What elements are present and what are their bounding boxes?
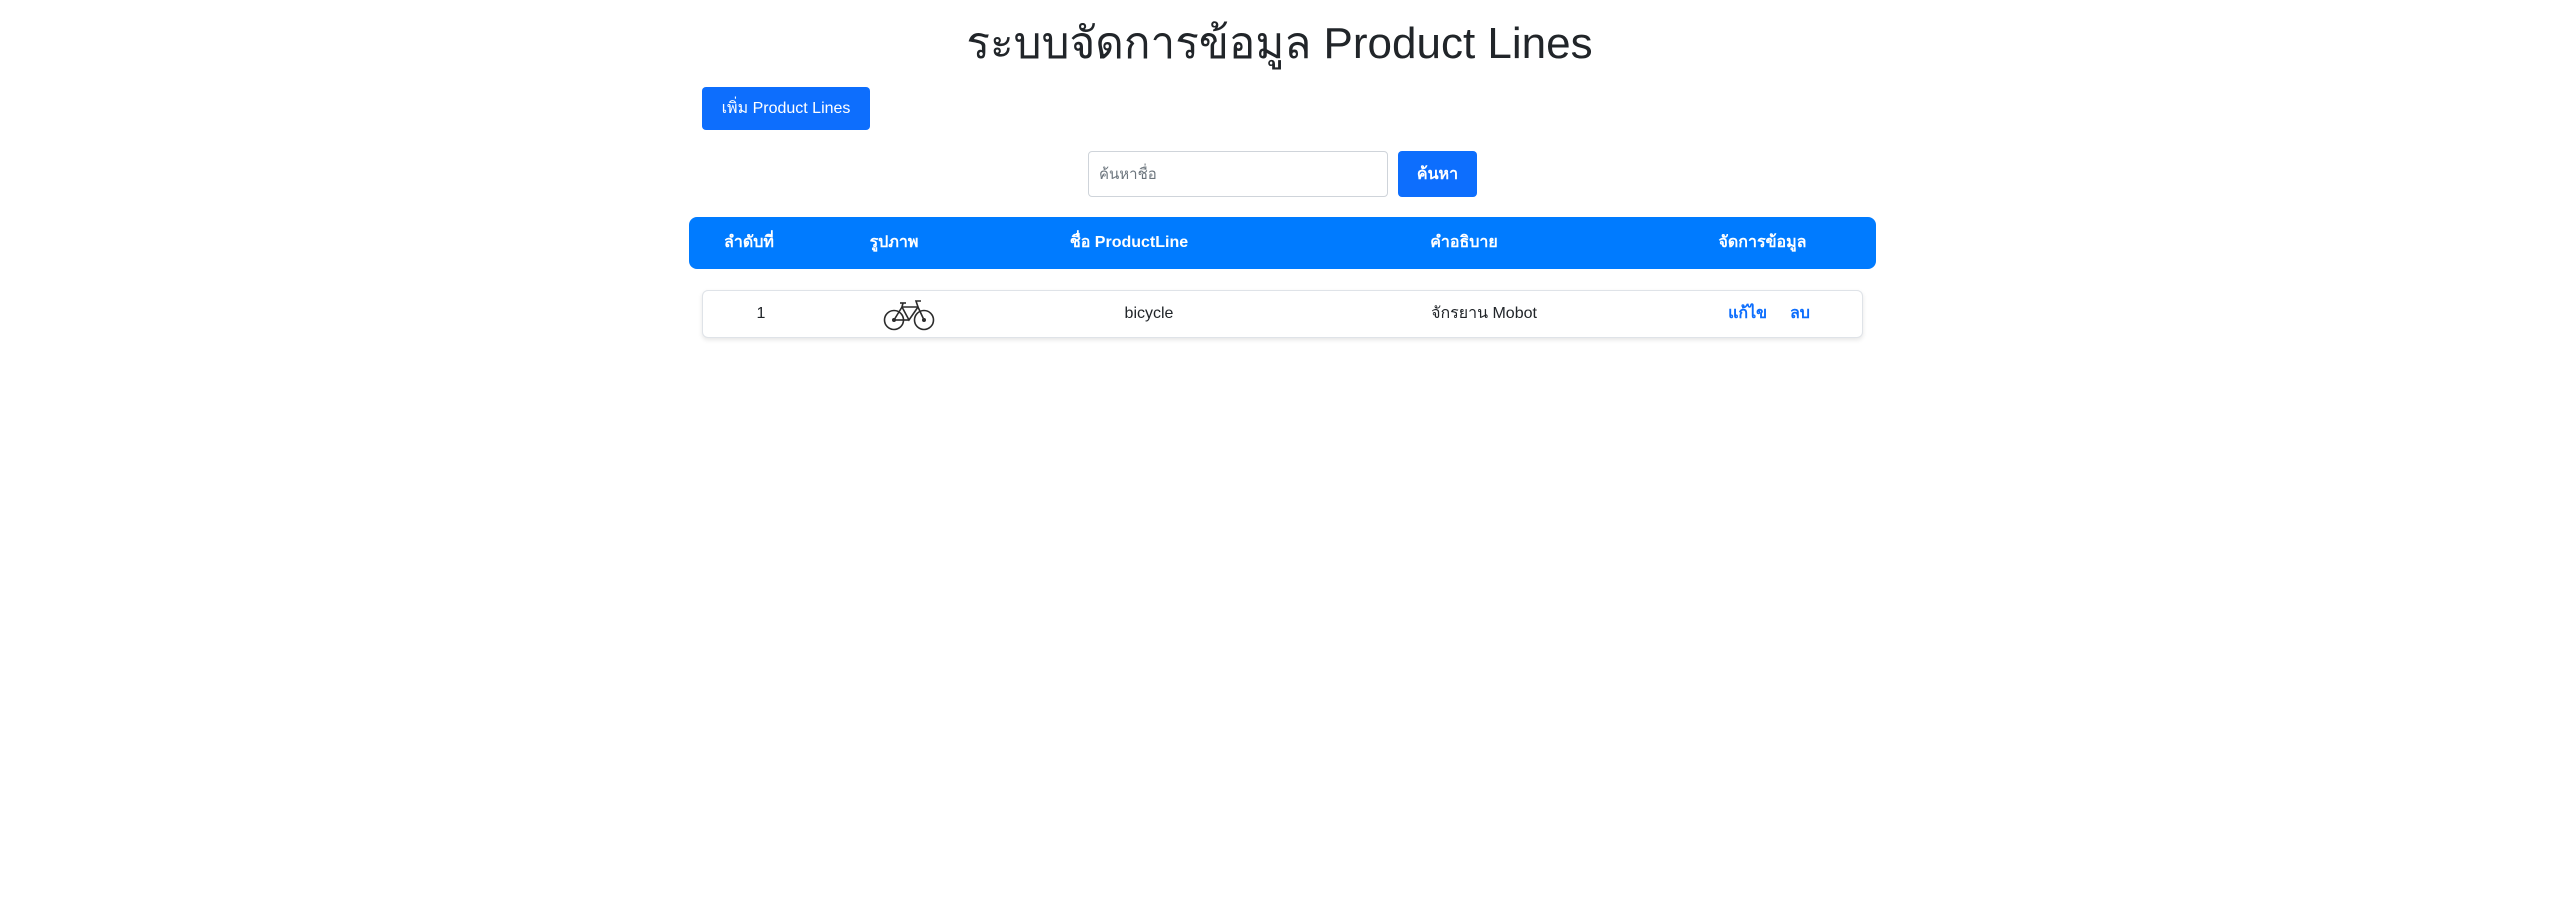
row-name: bicycle [1124,305,1174,322]
row-image-cell [819,291,999,337]
header-image: รูปภาพ [869,234,919,251]
row-actions: แก้ไข ลบ [1669,291,1869,337]
header-index: ลำดับที่ [724,234,774,251]
header-description: คำอธิบาย [1430,234,1498,251]
table-row: 1 bicycle จักรยาน Mobot แก้ไข ลบ [702,290,1863,338]
search-button[interactable]: ค้นหา [1398,151,1477,197]
header-actions: จัดการข้อมูล [1718,234,1807,251]
page-title: ระบบจัดการข้อมูล Product Lines [966,19,1593,68]
add-product-line-button[interactable]: เพิ่ม Product Lines [702,87,870,130]
edit-link[interactable]: แก้ไข [1728,305,1767,322]
table-header: ลำดับที่ รูปภาพ ชื่อ ProductLine คำอธิบา… [689,217,1876,269]
search-input[interactable] [1088,151,1388,197]
bicycle-icon [883,300,935,331]
row-description: จักรยาน Mobot [1431,305,1537,322]
delete-link[interactable]: ลบ [1790,305,1810,322]
header-name: ชื่อ ProductLine [1069,234,1189,251]
row-index: 1 [756,305,766,322]
